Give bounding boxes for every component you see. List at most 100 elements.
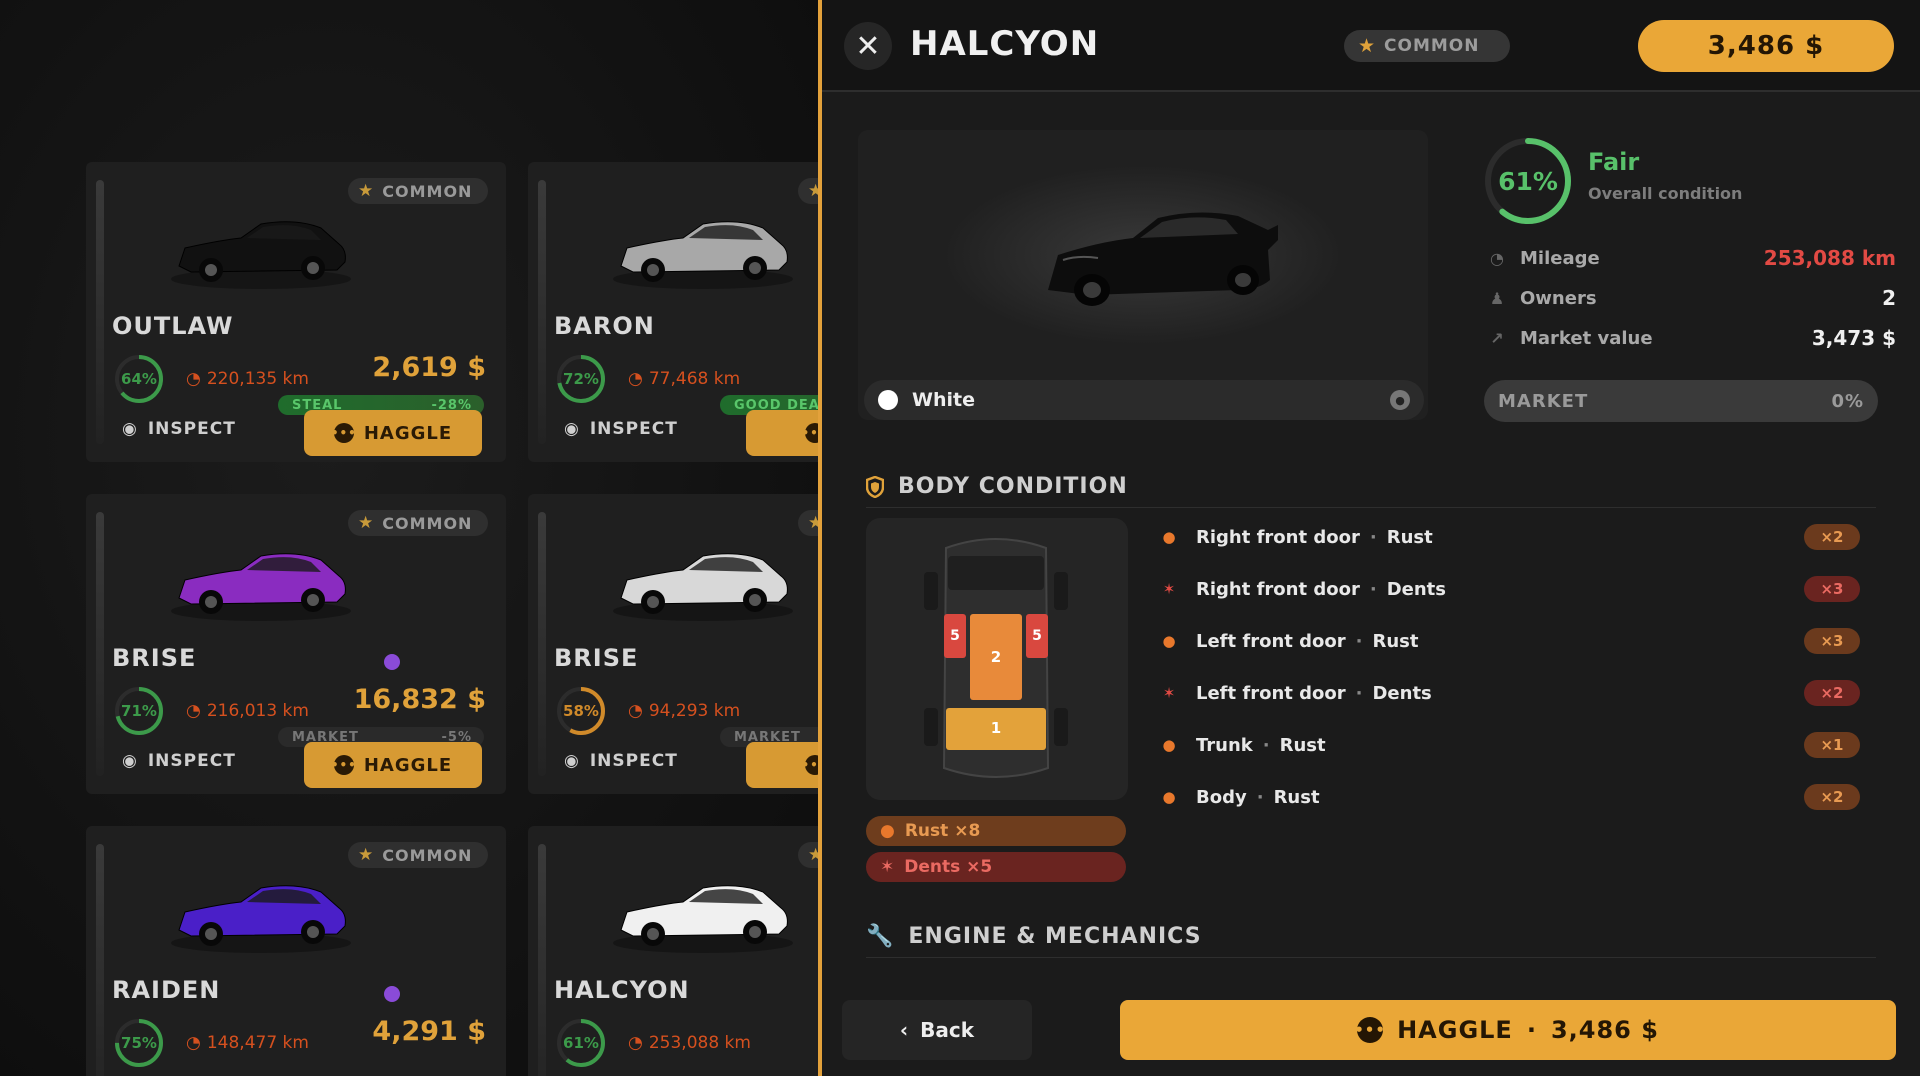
damage-part: Right front door — [1196, 526, 1360, 548]
chat-icon: ••• — [331, 755, 356, 775]
car-card[interactable]: ★ COMMON RAIDEN 75% ◔ 148,477 km 4,291 $ — [86, 826, 506, 1076]
damage-row[interactable]: ● Right front door · Rust ×2 — [1160, 522, 1860, 552]
speedometer-icon: ◔ — [1490, 248, 1504, 268]
car-image — [171, 885, 351, 953]
car-card[interactable]: ★ HALCYON 61% ◔ 253,088 km — [528, 826, 820, 1076]
palette-icon[interactable]: ● — [1390, 390, 1410, 410]
shield-icon — [866, 475, 884, 498]
section-divider — [866, 507, 1876, 508]
stat-label: Owners — [1520, 287, 1597, 309]
haggle-button[interactable]: ••• HAGGLE · 3,486 $ — [1120, 1000, 1896, 1060]
car-title: HALCYON — [910, 24, 1100, 64]
condition-percent: 64% — [121, 370, 157, 388]
color-swatch — [878, 390, 898, 410]
inspect-button[interactable]: ◉ INSPECT — [564, 751, 678, 771]
damage-row[interactable]: ● Body · Rust ×2 — [1160, 782, 1860, 812]
car-price: 2,619 $ — [372, 352, 486, 383]
paint-color-selector[interactable]: White ● — [864, 380, 1424, 420]
damage-part: Left front door — [1196, 682, 1346, 704]
condition-percent: 72% — [563, 370, 599, 388]
car-card[interactable]: ★ BRISE 58% ◔94,293 km 1 MARKET ◉INSPECT… — [528, 494, 820, 794]
owner-dot — [384, 654, 400, 670]
card-edge — [538, 512, 546, 776]
left-door-count: 5 — [950, 628, 960, 644]
stat-mileage: ◔ Mileage 253,088 km — [1486, 244, 1896, 272]
car-detail-panel: ✕ HALCYON ★ COMMON 3,486 $ White ● 61% F… — [822, 0, 1920, 1076]
damage-row[interactable]: ✶ Right front door · Dents ×3 — [1160, 574, 1860, 604]
speedometer-icon: ◔ — [186, 1033, 201, 1053]
mileage: ◔ 77,468 km — [628, 369, 741, 389]
market-label: MARKET — [1498, 390, 1589, 412]
car-card[interactable]: ★ COMMON BRISE 71% ◔ 216,013 km 16,832 $ M… — [86, 494, 506, 794]
condition-ring: 64% — [112, 352, 166, 406]
market-comparison-bar: MARKET 0% — [1484, 380, 1878, 422]
owners-icon: ♟ — [1489, 288, 1505, 308]
rust-icon: ● — [1162, 788, 1176, 806]
damage-row[interactable]: ● Left front door · Rust ×3 — [1160, 626, 1860, 656]
car-image — [613, 553, 793, 621]
damage-row[interactable]: ✶ Left front door · Dents ×2 — [1160, 678, 1860, 708]
car-image — [613, 885, 793, 953]
close-button[interactable]: ✕ — [844, 22, 892, 70]
damage-count: ×3 — [1804, 628, 1860, 654]
inspect-button[interactable]: ◉ INSPECT — [564, 419, 678, 439]
rarity-badge: ★ — [798, 842, 820, 868]
speedometer-icon: ◔ — [186, 701, 201, 721]
inspect-button[interactable]: ◉ INSPECT — [122, 751, 236, 771]
speedometer-icon: ◔ — [628, 369, 643, 389]
rust-icon: ● — [1162, 528, 1176, 546]
inspect-button[interactable]: ◉ INSPECT — [122, 419, 236, 439]
chat-icon: ••• — [331, 423, 356, 443]
damage-type: Dents — [1386, 578, 1446, 600]
stat-owners: ♟ Owners 2 — [1486, 284, 1896, 312]
car-card[interactable]: ★ COMMON OUTLAW 64% ◔ 220,135 km 2,619 $ S… — [86, 162, 506, 462]
card-edge — [96, 844, 104, 1076]
damage-count: ×2 — [1804, 680, 1860, 706]
car-image — [171, 221, 351, 289]
stat-market-value: ↗ Market value 3,473 $ — [1486, 324, 1896, 352]
haggle-button[interactable]: •••HA — [746, 410, 820, 456]
condition-percent: 58% — [563, 702, 599, 720]
damage-part: Right front door — [1196, 578, 1360, 600]
dent-icon: ✶ — [1162, 684, 1176, 702]
close-icon: ✕ — [855, 28, 881, 64]
damage-part: Trunk — [1196, 734, 1253, 756]
rarity-badge: ★ COMMON — [348, 178, 489, 204]
condition-ring: 72% — [554, 352, 608, 406]
condition-ring: 58% — [554, 684, 608, 738]
haggle-button[interactable]: ••• HAGGLE — [304, 742, 482, 788]
car-listing-grid: ★ COMMON OUTLAW 64% ◔ 220,135 km 2,619 $ S… — [0, 0, 820, 1076]
rarity-badge: ★ COMMON — [348, 510, 489, 536]
condition-percent: 61% — [563, 1034, 599, 1052]
car-card[interactable]: ★ BARON 72% ◔ 77,468 km GOOD DEA ◉ INSPECT… — [528, 162, 820, 462]
damage-type: Rust — [1372, 630, 1419, 652]
section-divider — [866, 957, 1876, 958]
damage-part: Left front door — [1196, 630, 1346, 652]
market-percent: 0% — [1831, 390, 1864, 412]
card-edge — [538, 844, 546, 1076]
damage-type: Dents — [1372, 682, 1432, 704]
car-name: HALCYON — [554, 976, 690, 1004]
star-icon: ★ — [358, 181, 375, 201]
rust-icon: ● — [880, 821, 895, 841]
damage-count: ×3 — [1804, 576, 1860, 602]
condition-percent: 75% — [121, 1034, 157, 1052]
car-name: RAIDEN — [112, 976, 221, 1004]
rarity-badge: ★ — [798, 178, 820, 204]
car-price: 4,291 $ — [372, 1016, 486, 1047]
damage-row[interactable]: ● Trunk · Rust ×1 — [1160, 730, 1860, 760]
price-button[interactable]: 3,486 $ — [1638, 20, 1894, 72]
condition-label: Fair — [1588, 148, 1640, 176]
car-name: BARON — [554, 312, 655, 340]
dent-summary: ✶ Dents ×5 — [866, 852, 1126, 882]
chat-icon: ••• — [1354, 1017, 1385, 1043]
haggle-button[interactable]: ••• HAGGLE — [304, 410, 482, 456]
car-image — [613, 221, 793, 289]
back-button[interactable]: ‹ Back — [842, 1000, 1032, 1060]
condition-ring: 75% — [112, 1016, 166, 1070]
condition-ring: 71% — [112, 684, 166, 738]
rarity-badge: ★ COMMON — [1344, 30, 1510, 62]
haggle-button[interactable]: •••HA — [746, 742, 820, 788]
roof-count: 2 — [990, 648, 1002, 666]
dent-icon: ✶ — [880, 857, 895, 877]
